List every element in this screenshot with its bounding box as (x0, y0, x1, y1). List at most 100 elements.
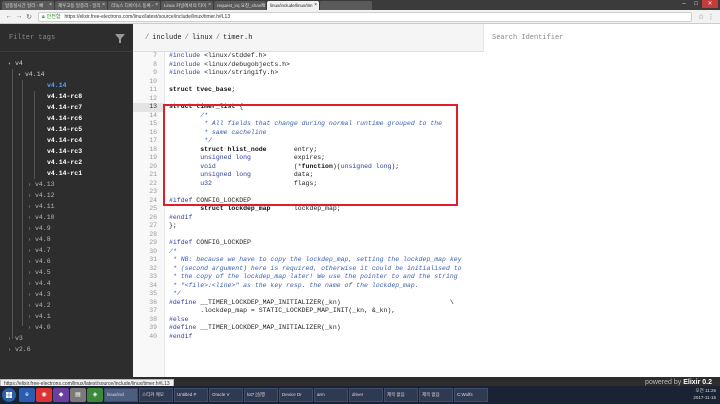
taskbar-app[interactable]: C:Wolfs (454, 388, 488, 402)
line-number[interactable]: 37 (133, 307, 157, 316)
chrome-icon[interactable]: ◉ (36, 388, 52, 402)
version-tag-v4.9[interactable]: › v4.9 (0, 223, 133, 234)
version-tag-v4.1[interactable]: › v4.1 (0, 311, 133, 322)
taskbar-app[interactable]: Untitled P (174, 388, 208, 402)
taskbar-app[interactable]: Oracle V (209, 388, 243, 402)
line-number[interactable]: 23 (133, 188, 157, 197)
line-number[interactable]: 18 (133, 146, 157, 155)
line-number[interactable]: 35 (133, 290, 157, 299)
taskbar-app[interactable]: 제목 없음 (419, 388, 453, 402)
back-icon[interactable]: ← (4, 13, 14, 20)
taskbar-app[interactable]: 스티커 메모 (139, 388, 173, 402)
version-tag-v4.14-rc2[interactable]: v4.14-rc2 (0, 157, 133, 168)
line-number[interactable]: 12 (133, 95, 157, 104)
line-number[interactable]: 36 (133, 299, 157, 308)
line-number[interactable]: 40 (133, 333, 157, 342)
version-tag-v4.14-rc5[interactable]: v4.14-rc5 (0, 124, 133, 135)
line-number[interactable]: 28 (133, 231, 157, 240)
version-tag-v4.4[interactable]: › v4.4 (0, 278, 133, 289)
menu-icon[interactable]: ⋮ (706, 13, 716, 21)
filter-tags-input[interactable]: Filter tags (9, 34, 55, 42)
line-number[interactable]: 32 (133, 265, 157, 274)
version-tag-v4.14-rc4[interactable]: v4.14-rc4 (0, 135, 133, 146)
version-tag-v4.14[interactable]: ▾ v4.14 (0, 69, 133, 80)
version-tag-v4.13[interactable]: › v4.13 (0, 179, 133, 190)
browser-tab[interactable]: 제우고등 일종리 - 일리 × (55, 1, 107, 10)
taskbar-app[interactable]: linux/incl (104, 388, 138, 402)
version-tag-v4.14-rc8[interactable]: v4.14-rc8 (0, 91, 133, 102)
version-tag-v4.11[interactable]: › v4.11 (0, 201, 133, 212)
line-number[interactable]: 39 (133, 324, 157, 333)
taskbar-app[interactable]: driver (349, 388, 383, 402)
browser-tab[interactable]: linux/include/linux/tim × (267, 1, 319, 10)
line-number[interactable]: 38 (133, 316, 157, 325)
url-input[interactable]: 🔒︎ 안전함 https://elixir.free-electrons.com… (38, 11, 692, 22)
line-number[interactable]: 7 (133, 52, 157, 61)
filter-tags[interactable]: Filter tags (0, 24, 133, 52)
browser-tab[interactable]: 리눅스 디바이스 동록 - × (108, 1, 160, 10)
browser-tab[interactable]: Linux 커널에서의 타이 × (161, 1, 213, 10)
browser-tab[interactable]: 일종실시간 일리 - 빠 × (2, 1, 54, 10)
filter-icon[interactable] (115, 34, 125, 43)
line-number[interactable]: 34 (133, 282, 157, 291)
breadcrumb-include[interactable]: include (152, 34, 181, 42)
close-tab-icon[interactable]: × (208, 1, 211, 10)
version-tag-v4.7[interactable]: › v4.7 (0, 245, 133, 256)
line-number[interactable]: 21 (133, 171, 157, 180)
version-tag-v4[interactable]: ▾ v4 (0, 58, 133, 69)
version-tag-v2.6[interactable]: › v2.6 (0, 344, 133, 355)
version-tag-v3[interactable]: › v3 (0, 333, 133, 344)
version-tag-v4.3[interactable]: › v4.3 (0, 289, 133, 300)
taskbar-app[interactable]: lot7 [실행 (244, 388, 278, 402)
line-number[interactable]: 19 (133, 154, 157, 163)
line-number[interactable]: 22 (133, 180, 157, 189)
version-tag-v4.14-rc7[interactable]: v4.14-rc7 (0, 102, 133, 113)
line-number[interactable]: 25 (133, 205, 157, 214)
line-number[interactable]: 8 (133, 61, 157, 70)
bookmark-star-icon[interactable]: ☆ (696, 13, 706, 21)
close-tab-icon[interactable]: × (102, 1, 105, 10)
version-tag-v4.12[interactable]: › v4.12 (0, 190, 133, 201)
maximize-icon[interactable]: □ (690, 0, 702, 8)
search-identifier-input[interactable]: Search Identifier (483, 24, 720, 52)
line-number[interactable]: 29 (133, 239, 157, 248)
line-number[interactable]: 13 (133, 103, 165, 112)
close-tab-icon[interactable]: × (155, 1, 158, 10)
reload-icon[interactable]: ↻ (24, 13, 34, 21)
minimize-icon[interactable]: ‒ (678, 0, 690, 8)
version-tag-v4.0[interactable]: › v4.0 (0, 322, 133, 333)
taskbar-app[interactable]: 제목 없음 (384, 388, 418, 402)
breadcrumb-linux[interactable]: linux (192, 34, 213, 42)
forward-icon[interactable]: → (14, 13, 24, 20)
close-tab-icon[interactable]: × (261, 1, 264, 10)
version-tag-v4.2[interactable]: › v4.2 (0, 300, 133, 311)
line-number[interactable]: 24 (133, 197, 157, 206)
version-tag-v4.10[interactable]: › v4.10 (0, 212, 133, 223)
taskbar-app[interactable]: Device Dr (279, 388, 313, 402)
breadcrumb-file[interactable]: timer.h (223, 34, 252, 42)
line-number[interactable]: 27 (133, 222, 157, 231)
version-tag-v4.8[interactable]: › v4.8 (0, 234, 133, 245)
browser-tab[interactable] (320, 1, 372, 10)
ie-icon[interactable]: e (19, 388, 35, 402)
line-number[interactable]: 31 (133, 256, 157, 265)
line-number[interactable]: 15 (133, 120, 157, 129)
elixir-brand[interactable]: Elixir 0.2 (683, 379, 712, 386)
line-number[interactable]: 14 (133, 112, 157, 121)
line-number[interactable]: 20 (133, 163, 157, 172)
line-number[interactable]: 33 (133, 273, 157, 282)
start-button[interactable] (2, 388, 16, 402)
explorer-icon[interactable]: ▤ (70, 388, 86, 402)
close-tab-icon[interactable]: × (314, 1, 317, 10)
line-number[interactable]: 17 (133, 137, 157, 146)
version-tag-v4.6[interactable]: › v4.6 (0, 256, 133, 267)
version-tag-v4.5[interactable]: › v4.5 (0, 267, 133, 278)
line-number[interactable]: 30 (133, 248, 157, 257)
close-window-icon[interactable]: ✕ (702, 0, 718, 8)
version-tag-v4.14-rc3[interactable]: v4.14-rc3 (0, 146, 133, 157)
line-number[interactable]: 11 (133, 86, 157, 95)
taskbar-app[interactable]: arm (314, 388, 348, 402)
vs-icon[interactable]: ◆ (53, 388, 69, 402)
line-number[interactable]: 10 (133, 78, 157, 87)
version-tag-v4.14[interactable]: v4.14 (0, 80, 133, 91)
